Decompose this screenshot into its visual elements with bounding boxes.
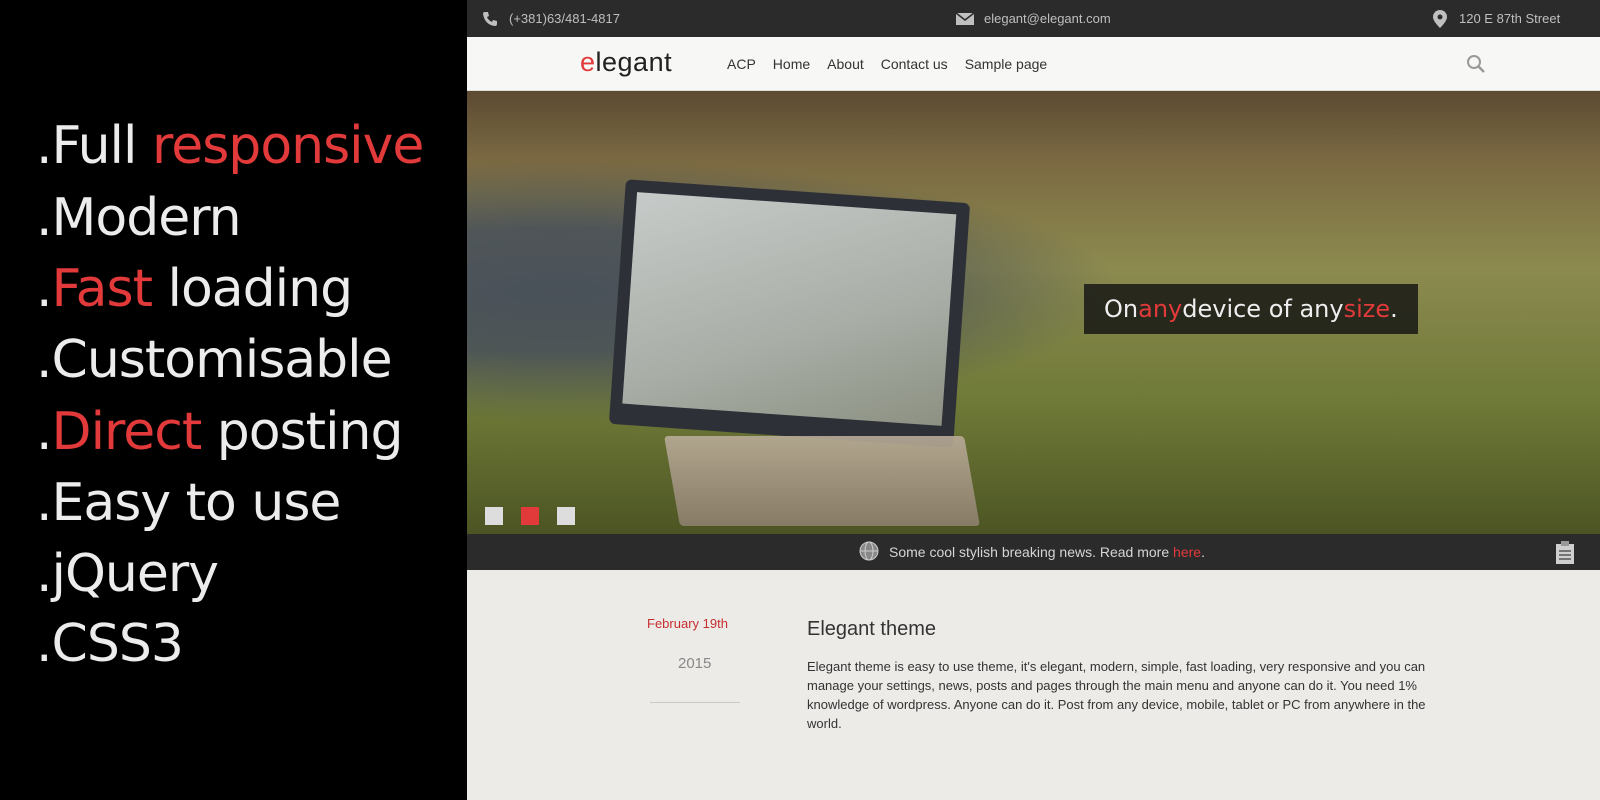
feature-highlight: Direct bbox=[51, 402, 203, 462]
website-mockup: (+381)63/481-4817 elegant@elegant.com 12… bbox=[467, 0, 1600, 800]
hero-image-keyboard bbox=[664, 436, 980, 526]
email-address: elegant@elegant.com bbox=[984, 11, 1111, 26]
address-contact[interactable]: 120 E 87th Street bbox=[1431, 0, 1560, 37]
feature-full-responsive: .Full responsive bbox=[36, 120, 424, 172]
logo-accent-letter: e bbox=[580, 47, 596, 77]
nav-contact-us[interactable]: Contact us bbox=[881, 56, 948, 72]
phone-number: (+381)63/481-4817 bbox=[509, 11, 620, 26]
feature-text: .Easy to use bbox=[36, 473, 341, 533]
site-header: elegant ACP Home About Contact us Sample… bbox=[467, 37, 1600, 91]
feature-highlight: Fast bbox=[51, 259, 153, 319]
caption-text: device of any bbox=[1182, 295, 1344, 323]
mail-icon bbox=[956, 10, 974, 28]
feature-jquery: .jQuery bbox=[36, 548, 219, 600]
caption-highlight: size bbox=[1343, 295, 1391, 323]
breaking-news-bar: Some cool stylish breaking news. Read mo… bbox=[467, 534, 1600, 570]
post-body: Elegant theme is easy to use theme, it's… bbox=[807, 659, 1426, 731]
feature-text-suffix: loading bbox=[152, 259, 354, 319]
email-contact[interactable]: elegant@elegant.com bbox=[956, 0, 1111, 37]
slider-dot-3[interactable] bbox=[557, 507, 575, 525]
feature-modern: .Modern bbox=[36, 192, 242, 244]
breaking-news: Some cool stylish breaking news. Read mo… bbox=[859, 534, 1205, 570]
feature-direct-posting: .Direct posting bbox=[36, 406, 403, 458]
hero-slider: On any device of any size. bbox=[467, 91, 1600, 534]
post-year: 2015 bbox=[678, 655, 712, 672]
location-pin-icon bbox=[1431, 9, 1449, 28]
slider-dots bbox=[485, 507, 575, 525]
nav-acp[interactable]: ACP bbox=[727, 56, 756, 72]
hero-image-laptop bbox=[608, 179, 971, 448]
caption-highlight: any bbox=[1138, 295, 1183, 323]
top-contact-bar: (+381)63/481-4817 elegant@elegant.com 12… bbox=[467, 0, 1600, 37]
logo-text: legant bbox=[595, 47, 673, 77]
feature-easy-to-use: .Easy to use bbox=[36, 477, 341, 529]
feature-text: .Customisable bbox=[36, 330, 393, 390]
hero-image-screen bbox=[622, 192, 957, 426]
feature-text: . bbox=[36, 402, 53, 462]
globe-icon bbox=[859, 541, 879, 564]
nav-sample-page[interactable]: Sample page bbox=[965, 56, 1048, 72]
read-more-link[interactable]: here bbox=[1173, 544, 1201, 560]
caption-text: . bbox=[1390, 295, 1398, 323]
main-nav: ACP Home About Contact us Sample page bbox=[727, 37, 1047, 91]
feature-text: .jQuery bbox=[36, 544, 219, 604]
feature-css3: .CSS3 bbox=[36, 618, 184, 670]
slider-dot-2[interactable] bbox=[521, 507, 539, 525]
clipboard-icon[interactable] bbox=[1554, 541, 1576, 564]
search-icon[interactable] bbox=[1465, 53, 1487, 75]
promo-panel: .Full responsive .Modern .Fast loading .… bbox=[0, 0, 467, 800]
feature-text-suffix: posting bbox=[201, 402, 404, 462]
caption-text: On bbox=[1104, 295, 1139, 323]
phone-contact[interactable]: (+381)63/481-4817 bbox=[481, 0, 620, 37]
feature-highlight: responsive bbox=[151, 116, 424, 176]
site-logo[interactable]: elegant bbox=[580, 47, 672, 78]
news-message: Some cool stylish breaking news. Read mo… bbox=[889, 544, 1174, 560]
phone-icon bbox=[481, 10, 499, 28]
hero-caption: On any device of any size. bbox=[1084, 284, 1418, 334]
feature-text: . bbox=[36, 259, 53, 319]
nav-about[interactable]: About bbox=[827, 56, 864, 72]
news-end: . bbox=[1201, 544, 1205, 560]
nav-home[interactable]: Home bbox=[773, 56, 810, 72]
street-address: 120 E 87th Street bbox=[1459, 11, 1561, 26]
slider-dot-1[interactable] bbox=[485, 507, 503, 525]
feature-fast-loading: .Fast loading bbox=[36, 263, 353, 315]
feature-text: .Modern bbox=[36, 188, 242, 248]
feature-customisable: .Customisable bbox=[36, 334, 393, 386]
news-text: Some cool stylish breaking news. Read mo… bbox=[889, 544, 1205, 560]
post-date: February 19th bbox=[647, 616, 728, 631]
post-title[interactable]: Elegant theme bbox=[807, 618, 936, 641]
date-divider bbox=[650, 702, 740, 703]
feature-text: .CSS3 bbox=[36, 614, 184, 674]
feature-text: .Full bbox=[36, 116, 152, 176]
